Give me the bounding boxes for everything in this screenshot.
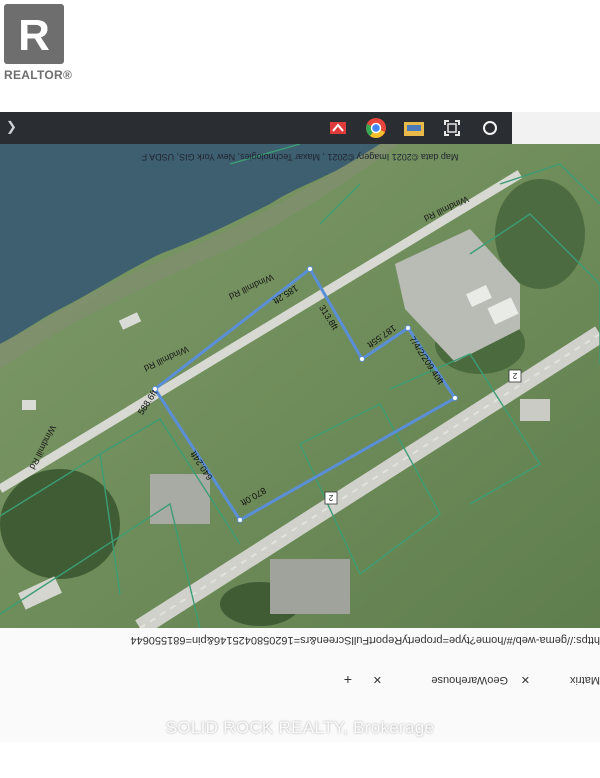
brokerage-watermark: SOLID ROCK REALTY, Brokerage [165,718,435,737]
tree-cluster [0,469,120,579]
satellite-map[interactable]: Map data ©2021 Imagery ©2021 , Maxar Tec… [0,144,600,628]
scanned-screenshot: ❮ Map data ©2021 Imagery ©2021 , Maxar T… [0,112,600,742]
realtor-wordmark: REALTOR® [4,68,73,82]
screenshot-icon[interactable] [440,116,464,140]
chrome-icon[interactable] [364,116,388,140]
map-attribution: Map data ©2021 Imagery ©2021 , Maxar Tec… [141,152,458,162]
paved-lot [270,559,350,614]
building [22,400,36,410]
route-shield: 2 [508,369,522,383]
paved-lot [150,474,210,524]
circle-icon[interactable] [478,116,502,140]
route-shield: 2 [324,491,338,505]
chevron-icon[interactable]: ❮ [6,120,17,136]
tab-geowarehouse[interactable]: GeoWarehouse [431,674,508,686]
close-tab-icon[interactable]: ✕ [521,673,530,686]
tab-strip: Matrix GeoWarehouse ✕ + ✕ [0,668,600,688]
svg-text:2: 2 [512,371,517,380]
tab-matrix[interactable]: Matrix [570,674,600,686]
new-tab-icon[interactable]: + [344,672,352,688]
building [520,399,550,421]
pdf-icon[interactable] [326,116,350,140]
file-manager-icon[interactable] [402,116,426,140]
taskbar: ❮ [0,112,512,144]
svg-text:R: R [18,11,50,60]
svg-text:2: 2 [328,493,333,502]
realtor-logo: R REALTOR® [4,4,72,82]
close-tab-icon[interactable]: ✕ [373,673,382,686]
realtor-r-icon: R [4,4,64,64]
address-bar[interactable]: https://gema-web/#/home?type=propertyRep… [110,634,600,646]
